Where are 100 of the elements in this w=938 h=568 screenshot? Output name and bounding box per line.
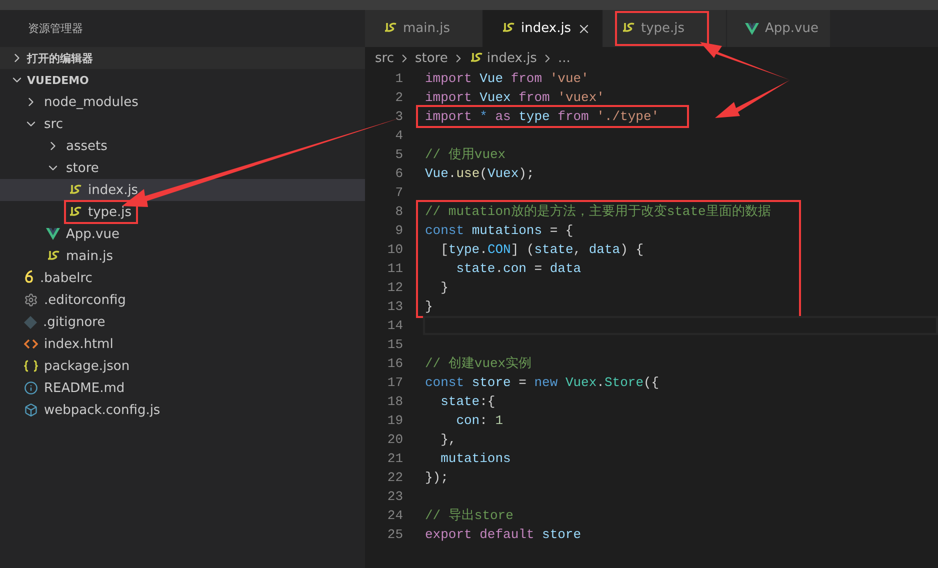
line-number: 19: [386, 412, 404, 430]
code-line: state.con = data: [455, 260, 582, 278]
tab-label: type.js: [641, 21, 685, 36]
vue-logo-icon: [46, 228, 60, 240]
file-name: package.json: [44, 358, 130, 374]
code-line: // 导出store: [425, 507, 514, 525]
code-line: }: [425, 298, 434, 316]
file-tree-item[interactable]: node_modules: [0, 91, 365, 113]
code-brackets-icon: [24, 339, 38, 349]
file-name: README.md: [44, 380, 125, 396]
breadcrumb-item[interactable]: index.js: [486, 50, 537, 66]
line-number: 17: [386, 374, 404, 392]
line-number: 15: [386, 336, 404, 354]
line-number: 21: [386, 450, 404, 468]
file-tree-item[interactable]: .editorconfig: [0, 289, 365, 311]
line-number: 24: [386, 507, 404, 525]
line-number: 22: [386, 469, 404, 487]
code-line: Vue.use(Vuex);: [425, 165, 536, 183]
line-number: 16: [386, 355, 404, 373]
editor-tab[interactable]: App.vue: [727, 10, 831, 47]
file-tree-item[interactable]: assets: [0, 135, 365, 157]
line-number: 4: [394, 127, 404, 145]
code-line: con: 1: [455, 412, 504, 430]
file-tree-item[interactable]: type.js: [0, 201, 365, 223]
js-file-icon: [383, 22, 397, 35]
code-line: // 使用vuex: [425, 146, 507, 164]
diamond-icon: [24, 316, 37, 328]
section-header[interactable]: 打开的编辑器: [0, 47, 365, 69]
code-line: export default store: [425, 526, 582, 544]
editor-tab[interactable]: main.js: [365, 10, 483, 47]
file-tree-item[interactable]: store: [0, 157, 365, 179]
code-line: },: [440, 431, 458, 449]
cube-icon: [24, 403, 38, 417]
breadcrumb-item[interactable]: store: [414, 50, 448, 66]
code-line: });: [425, 469, 450, 487]
file-name: .babelrc: [40, 270, 92, 286]
code-line: }: [440, 279, 450, 297]
file-name: type.js: [88, 204, 132, 220]
info-icon: [24, 381, 38, 395]
file-tree-item[interactable]: .babelrc: [0, 267, 365, 289]
file-tree-item[interactable]: main.js: [0, 245, 365, 267]
braces-icon: [24, 360, 38, 372]
tab-label: index.js: [521, 21, 572, 36]
line-number: 10: [386, 241, 404, 259]
tab-label: main.js: [403, 21, 450, 36]
editor-tab[interactable]: index.js: [483, 10, 603, 47]
js-file-icon: [621, 22, 635, 35]
file-name: webpack.config.js: [44, 402, 160, 418]
file-tree-item[interactable]: index.js: [0, 179, 365, 201]
file-name: .gitignore: [43, 314, 106, 330]
line-number: 8: [394, 203, 404, 221]
js-file-icon: [501, 22, 515, 35]
line-number: 13: [386, 298, 404, 316]
file-name: node_modules: [44, 94, 138, 110]
file-tree-item[interactable]: webpack.config.js: [0, 399, 365, 421]
section-title: 打开的编辑器: [27, 50, 93, 66]
file-name: App.vue: [66, 226, 120, 242]
line-number: 9: [394, 222, 404, 240]
js-file-icon: [68, 184, 82, 196]
line-number: 23: [386, 488, 404, 506]
settings-icon: [24, 293, 38, 307]
vue-logo-icon: [745, 22, 759, 34]
line-number: 6: [394, 165, 404, 183]
code-line: [type.CON] (state, data) {: [440, 241, 644, 259]
line-number: 12: [386, 279, 404, 297]
file-name: index.html: [44, 336, 114, 352]
line-number: 1: [394, 70, 404, 88]
file-name: src: [44, 116, 63, 132]
code-line: import Vuex from 'vuex': [425, 89, 606, 107]
babel-icon: [24, 270, 34, 286]
line-number: 18: [386, 393, 404, 411]
file-name: index.js: [88, 182, 138, 198]
line-number: 11: [386, 260, 404, 278]
tab-label: App.vue: [765, 21, 818, 36]
file-tree-item[interactable]: src: [0, 113, 365, 135]
file-tree-item[interactable]: App.vue: [0, 223, 365, 245]
code-line: mutations: [440, 450, 512, 468]
line-number: 20: [386, 431, 404, 449]
file-tree-item[interactable]: package.json: [0, 355, 365, 377]
code-line: import * as type from './type': [425, 108, 660, 126]
breadcrumb-item[interactable]: ...: [558, 50, 570, 66]
line-number: 2: [394, 89, 404, 107]
file-tree-item[interactable]: README.md: [0, 377, 365, 399]
code-line: // mutation放的是方法，主要用于改变state里面的数据: [425, 203, 771, 221]
line-number: 14: [386, 317, 404, 335]
breadcrumb-item[interactable]: src: [375, 50, 394, 66]
editor-tab[interactable]: type.js: [603, 10, 727, 47]
section-title: VUEDEMO: [27, 74, 89, 86]
js-file-icon: [46, 250, 60, 262]
file-name: assets: [66, 138, 108, 154]
code-line: // 创建vuex实例: [425, 355, 533, 373]
line-number: 3: [394, 108, 404, 126]
file-name: .editorconfig: [44, 292, 126, 308]
js-file-icon: [468, 52, 483, 64]
line-number: 25: [386, 526, 404, 544]
line-number: 5: [394, 146, 404, 164]
js-file-icon: [68, 206, 82, 218]
file-tree-item[interactable]: index.html: [0, 333, 365, 355]
code-line: state:{: [440, 393, 496, 411]
file-tree-item[interactable]: .gitignore: [0, 311, 365, 333]
